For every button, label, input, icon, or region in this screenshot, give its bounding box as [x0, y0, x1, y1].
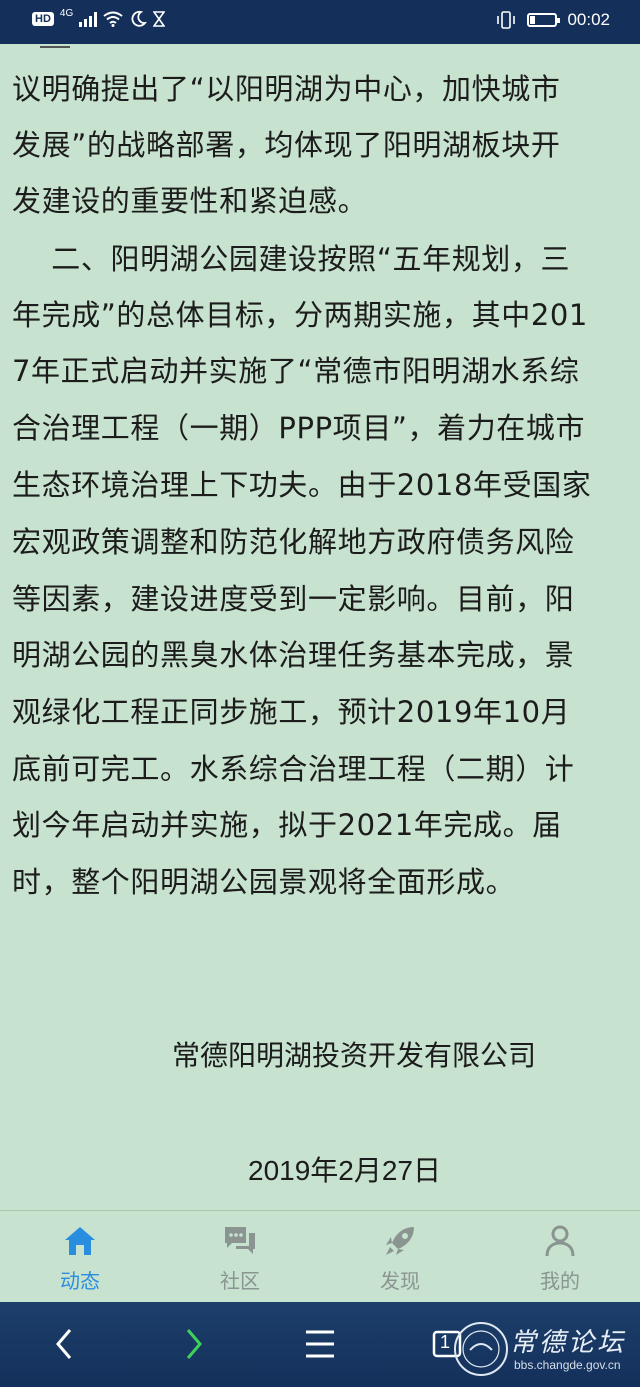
wifi-icon: [103, 11, 123, 27]
article-line: 议明确提出了“以阳明湖为中心，加快城市: [12, 72, 561, 106]
status-indicators: HD 4G: [32, 7, 166, 28]
tab-label: 社区: [220, 1269, 260, 1293]
tab-label: 动态: [60, 1269, 100, 1293]
article-line: 观绿化工程正同步施工，预计2019年10月: [12, 695, 571, 729]
article-line: 时，整个阳明湖公园景观将全面形成。: [12, 865, 516, 899]
chat-bubbles-icon: [225, 1227, 255, 1254]
article-line: 发建设的重要性和紧迫感。: [12, 184, 368, 218]
hd-badge: HD: [32, 12, 54, 26]
article-line: 合治理工程（一期）PPP项目”，着力在城市: [12, 411, 586, 445]
forum-seal-icon: [454, 1322, 508, 1376]
clipped-text-line: [0, 44, 640, 50]
article-line: 明湖公园的黑臭水体治理任务基本完成，景: [12, 638, 575, 672]
hourglass-icon: [153, 11, 166, 27]
tab-count: 1: [440, 1332, 451, 1352]
status-right: 00:02: [495, 10, 610, 30]
back-arrow-icon[interactable]: [44, 1322, 88, 1366]
tab-label: 我的: [540, 1269, 580, 1293]
signature-company: 常德阳明湖投资开发有限公司: [172, 1039, 537, 1072]
article-line: 划今年启动并实施，拟于2021年完成。届: [12, 808, 562, 842]
signature-date: 2019年2月27日: [248, 1155, 442, 1186]
article-line: 生态环境治理上下功夫。由于2018年受国家: [12, 468, 592, 502]
article-body[interactable]: 议明确提出了“以阳明湖为中心，加快城市 发展”的战略部署，均体现了阳明湖板块开 …: [0, 44, 640, 1210]
moon-icon: [131, 10, 148, 27]
battery-icon: [527, 13, 561, 27]
article-line: 底前可完工。水系综合治理工程（二期）计: [12, 752, 575, 786]
tab-community[interactable]: 社区: [160, 1211, 320, 1303]
article-line: 等因素，建设进度受到一定影响。目前，阳: [12, 582, 575, 616]
vibrate-icon: [497, 11, 516, 29]
rocket-icon: [386, 1227, 414, 1255]
article-line: 发展”的战略部署，均体现了阳明湖板块开: [12, 128, 561, 162]
watermark-url: bbs.changde.gov.cn: [514, 1358, 621, 1372]
tab-dynamics[interactable]: 动态: [0, 1211, 160, 1303]
forward-arrow-icon[interactable]: [170, 1322, 214, 1366]
status-bar: HD 4G 00:02: [0, 0, 640, 44]
watermark-title: 常德论坛: [510, 1328, 627, 1358]
menu-icon[interactable]: [298, 1322, 342, 1366]
status-time: 00:02: [567, 10, 610, 29]
system-nav-bar: 1 常德论坛 bbs.changde.gov.cn: [0, 1302, 640, 1387]
article-line: 7年正式启动并实施了“常德市阳明湖水系综: [12, 354, 580, 388]
article-line: 宏观政策调整和防范化解地方政府债务风险: [12, 525, 575, 559]
bottom-tab-bar: 动态 社区 发现 我的: [0, 1210, 640, 1303]
network-type: 4G: [59, 7, 74, 19]
tab-mine[interactable]: 我的: [480, 1211, 640, 1303]
tab-label: 发现: [380, 1269, 420, 1293]
article-line: 年完成”的总体目标，分两期实施，其中201: [12, 298, 588, 332]
home-icon: [65, 1227, 95, 1255]
user-icon: [545, 1225, 575, 1257]
tab-discover[interactable]: 发现: [320, 1211, 480, 1303]
signal-icon: [79, 11, 98, 27]
article-line: 二、阳明湖公园建设按照“五年规划，三: [12, 242, 571, 276]
watermark-logo: 常德论坛 bbs.changde.gov.cn: [452, 1318, 640, 1382]
